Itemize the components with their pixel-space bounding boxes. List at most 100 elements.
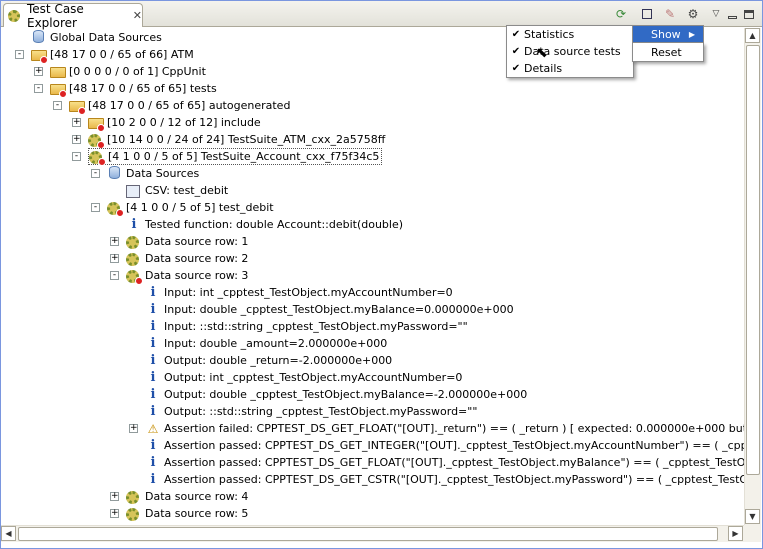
tree-node[interactable]: [4 1 0 0 / 5 of 5] test_debit (107, 199, 274, 217)
tree-node-label: [10 2 0 0 / 12 of 12] include (107, 116, 261, 129)
tree-node[interactable]: i Output: double _cpptest_TestObject.myBa… (145, 386, 528, 403)
tree-node-label: Data Sources (126, 167, 200, 180)
menu-item-details[interactable]: ✔ Details (508, 60, 634, 77)
horizontal-scrollbar[interactable]: ◀ ▶ (1, 525, 744, 542)
filter-icon[interactable]: ⚙ (684, 5, 702, 23)
collapse-icon[interactable]: - (34, 84, 43, 93)
menu-item-data-source-tests[interactable]: ✔ Data source tests (508, 43, 634, 60)
expand-icon[interactable]: + (110, 509, 119, 518)
tree-node[interactable]: Data source row: 2 (126, 250, 248, 267)
test-suite-icon (89, 149, 106, 166)
collapse-icon[interactable]: - (72, 152, 81, 161)
mouse-cursor-icon: ⬉ (536, 45, 548, 61)
tree-node[interactable]: [48 17 0 0 / 65 of 65] tests (50, 80, 217, 98)
test-suite-icon (126, 489, 142, 505)
tree-node[interactable]: i Output: ::std::string _cpptest_TestObje… (145, 403, 478, 420)
menu-item-reset[interactable]: Reset (632, 43, 704, 62)
show-label: Show (651, 27, 681, 41)
collapse-icon[interactable]: - (53, 101, 62, 110)
test-suite-icon (126, 268, 143, 285)
collapse-icon[interactable]: - (91, 169, 100, 178)
tree-node[interactable]: ⚠ Assertion failed: CPPTEST_DS_GET_FLOAT(… (145, 420, 744, 437)
expand-icon[interactable]: + (129, 424, 138, 433)
failure-badge-icon (98, 157, 106, 166)
tree-node[interactable]: i Tested function: double Account::debit(… (126, 216, 404, 233)
tree-node[interactable]: [48 17 0 0 / 65 of 65] autogenerated (69, 97, 290, 115)
failure-badge-icon (116, 208, 124, 217)
test-case-explorer-icon (8, 9, 20, 22)
failure-badge-icon (59, 89, 67, 98)
scroll-up-icon[interactable]: ▲ (745, 28, 760, 43)
view-tab[interactable]: Test Case Explorer ✕ (3, 1, 143, 30)
tree-node-label: Output: int _cpptest_TestObject.myAccoun… (164, 371, 463, 384)
vertical-scroll-thumb[interactable] (746, 45, 760, 475)
info-icon: i (150, 471, 156, 487)
tree-node[interactable]: CSV: test_debit (126, 182, 228, 199)
pin-icon[interactable]: ✎ (661, 5, 679, 23)
tree-node[interactable]: Data source row: 1 (126, 233, 248, 250)
folder-icon (50, 81, 67, 98)
reset-label: Reset (651, 45, 682, 59)
menu-item-statistics[interactable]: ✔ Statistics (508, 26, 634, 43)
menu-item-label: Statistics (524, 28, 575, 41)
scroll-down-icon[interactable]: ▼ (745, 509, 760, 524)
info-icon: i (150, 403, 156, 419)
test-suite-icon (107, 200, 124, 217)
expand-icon[interactable]: + (34, 67, 43, 76)
tree-node-label: Output: ::std::string _cpptest_TestObjec… (164, 405, 478, 418)
tree-node[interactable]: i Input: int _cpptest_TestObject.myAccoun… (145, 284, 453, 301)
expand-icon[interactable]: + (72, 118, 81, 127)
collapse-icon[interactable]: - (15, 50, 24, 59)
tree-node[interactable]: i Output: double _return=-2.000000e+000 (145, 352, 393, 369)
expand-icon[interactable]: + (110, 254, 119, 263)
expand-icon[interactable]: + (110, 237, 119, 246)
vertical-scrollbar[interactable]: ▲ ▼ (744, 28, 761, 525)
tree-node-label: [4 1 0 0 / 5 of 5] test_debit (126, 201, 274, 214)
info-icon: i (150, 335, 156, 351)
minimize-icon[interactable] (723, 5, 741, 23)
tree-node[interactable]: Data source row: 3 (126, 267, 248, 285)
refresh-icon[interactable]: ⟳ (612, 5, 630, 23)
collapse-all-icon[interactable] (638, 5, 656, 23)
tree-node[interactable]: Data source row: 5 (126, 505, 248, 522)
csv-table-icon (126, 183, 142, 199)
folder-icon (69, 98, 86, 115)
tree-node[interactable]: i Output: int _cpptest_TestObject.myAccou… (145, 369, 463, 386)
tree-node[interactable]: [10 2 0 0 / 12 of 12] include (88, 114, 261, 132)
view-tab-bar: Test Case Explorer ✕ ⟳ ✎ ⚙ ▽ (1, 1, 762, 30)
maximize-icon[interactable] (740, 5, 758, 23)
tree-node[interactable]: [48 17 0 0 / 65 of 66] ATM (31, 46, 194, 64)
folder-icon (31, 47, 48, 64)
tree-node[interactable]: Data Sources (107, 165, 199, 182)
collapse-icon[interactable]: - (110, 271, 119, 280)
tree-node-label: Input: ::std::string _cpptest_TestObject… (164, 320, 468, 333)
scroll-left-icon[interactable]: ◀ (1, 526, 16, 541)
tree-node-label: Assertion passed: CPPTEST_DS_GET_CSTR("[… (164, 473, 744, 486)
horizontal-scroll-thumb[interactable] (18, 527, 718, 541)
failure-badge-icon (40, 55, 48, 64)
close-icon[interactable]: ✕ (133, 9, 142, 22)
tree-node[interactable]: i Assertion passed: CPPTEST_DS_GET_FLOAT(… (145, 454, 744, 471)
view-title: Test Case Explorer (27, 1, 84, 30)
expand-icon[interactable]: + (72, 135, 81, 144)
tree-node[interactable]: Data source row: 4 (126, 488, 248, 505)
tree-node[interactable]: Global Data Sources (31, 29, 162, 46)
tree-node[interactable]: i Input: ::std::string _cpptest_TestObjec… (145, 318, 468, 335)
scroll-right-icon[interactable]: ▶ (728, 526, 743, 541)
tree-node[interactable]: [0 0 0 0 / 0 of 1] CppUnit (50, 63, 206, 80)
info-icon: i (150, 369, 156, 385)
tree-node[interactable]: i Input: double _cpptest_TestObject.myBal… (145, 301, 514, 318)
tree-node[interactable]: i Assertion passed: CPPTEST_DS_GET_INTEGE… (145, 437, 744, 454)
menu-item-show[interactable]: Show ▶ (632, 25, 704, 43)
failure-badge-icon (135, 276, 143, 285)
tree-node[interactable]: [10 14 0 0 / 24 of 24] TestSuite_ATM_cxx… (88, 131, 385, 149)
tree-node[interactable]: [4 1 0 0 / 5 of 5] TestSuite_Account_cxx… (88, 148, 383, 166)
tree-node[interactable]: i Input: double _amount=2.000000e+000 (145, 335, 388, 352)
tree-node-label: Input: int _cpptest_TestObject.myAccount… (164, 286, 453, 299)
tree-node[interactable]: i Assertion passed: CPPTEST_DS_GET_CSTR("… (145, 471, 744, 488)
collapse-icon[interactable]: - (91, 203, 100, 212)
expand-icon[interactable]: + (110, 492, 119, 501)
info-icon: i (150, 352, 156, 368)
tree-node-label: [4 1 0 0 / 5 of 5] TestSuite_Account_cxx… (108, 150, 380, 163)
info-icon: i (150, 454, 156, 470)
